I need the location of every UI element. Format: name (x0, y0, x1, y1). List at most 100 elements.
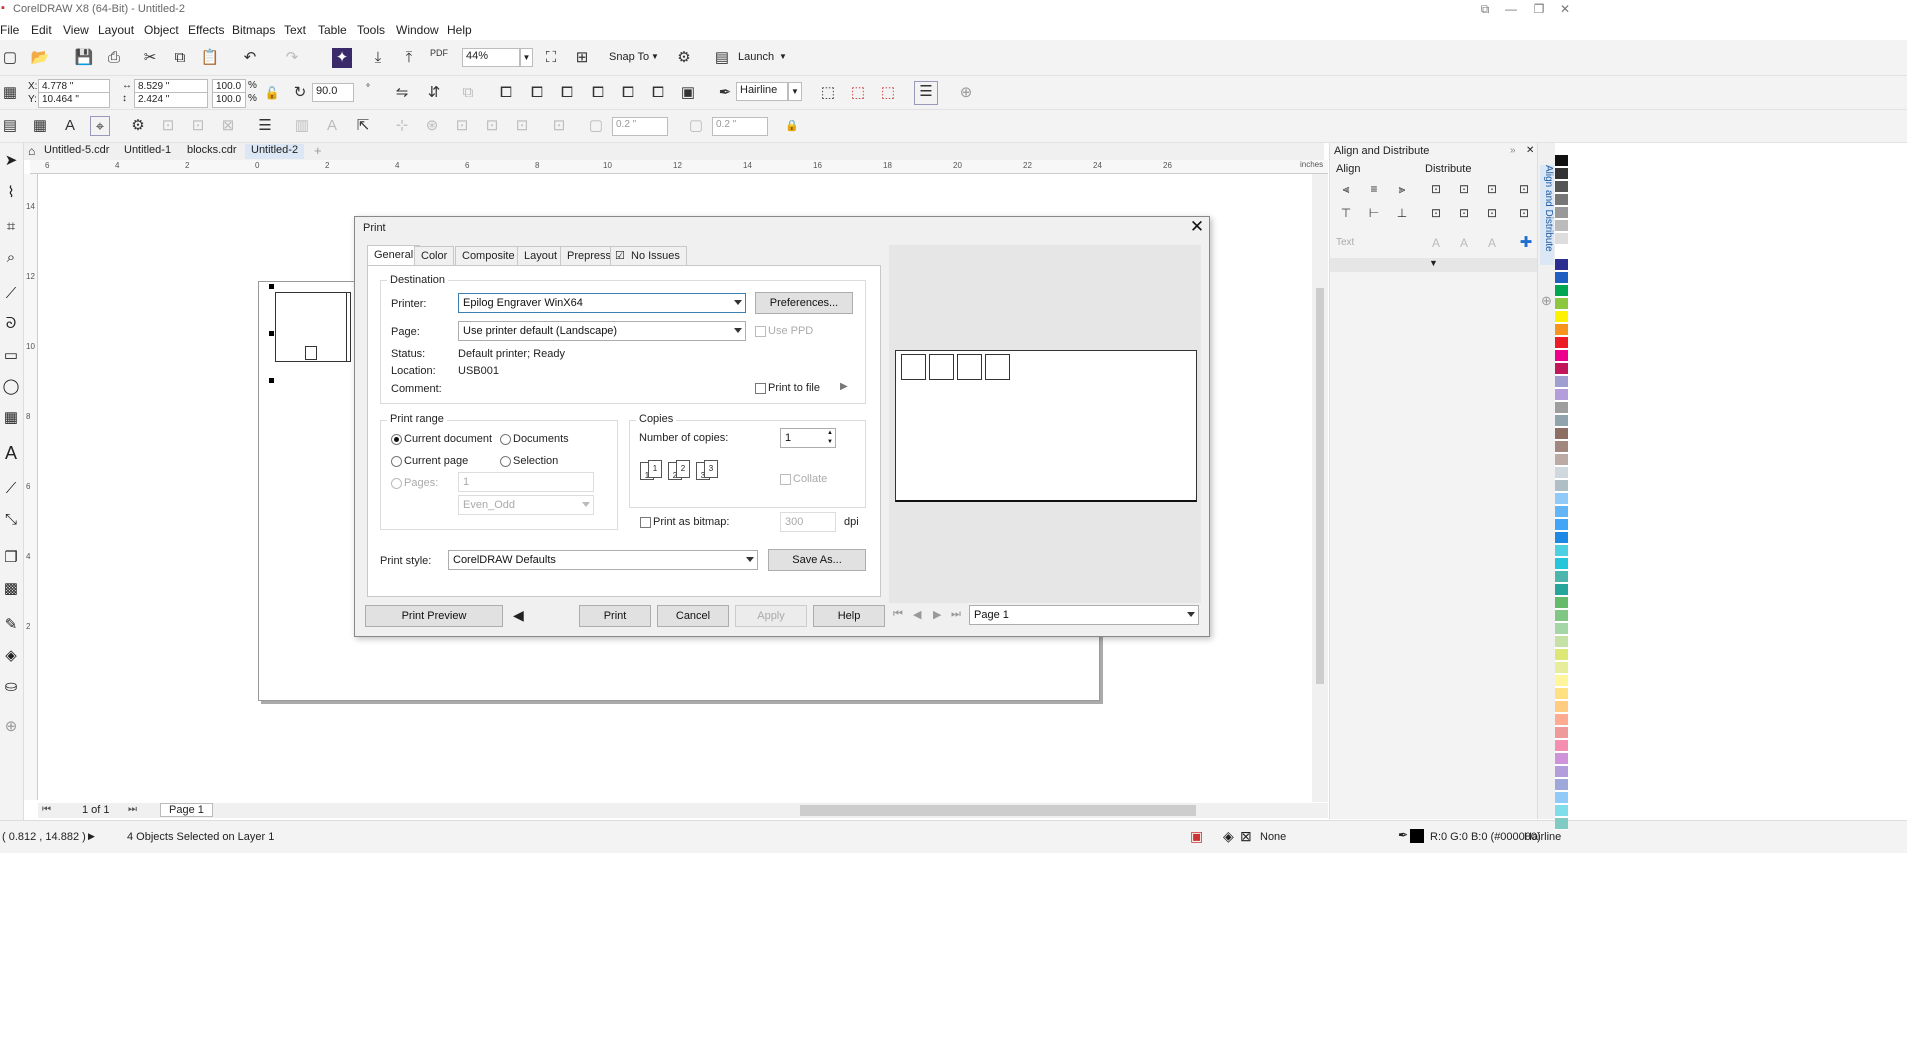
print-as-bitmap-checkbox[interactable] (640, 517, 651, 528)
corner-radius-alt-icon[interactable]: ▢ (686, 116, 706, 136)
help-button[interactable]: Help (813, 605, 885, 627)
text-tool-icon[interactable]: A (0, 443, 22, 463)
restore-docker-icon[interactable]: ⧉ (1477, 2, 1493, 16)
smart-fill-icon[interactable]: ⛀ (0, 677, 22, 697)
distribute-spacing-v-icon[interactable]: ⊡ (1514, 203, 1534, 223)
minimize-button[interactable]: — (1503, 2, 1519, 16)
zoom-level-input[interactable]: 44% (462, 48, 520, 67)
ellipse-tool-icon[interactable]: ◯ (0, 377, 22, 397)
distribute-right-icon[interactable]: ⊡ (1482, 179, 1502, 199)
parallel-dimension-icon[interactable]: ⟋ (0, 480, 22, 500)
distribute-top-icon[interactable]: ⊡ (1426, 203, 1446, 223)
preview-page-select[interactable]: Page 1 (969, 605, 1199, 625)
color-swatch[interactable] (1555, 558, 1568, 570)
color-swatch[interactable] (1555, 389, 1568, 401)
print-icon[interactable]: ⎙ (104, 48, 124, 68)
tab-no-issues[interactable]: ☑ No Issues (610, 246, 687, 266)
distribute-left-icon[interactable]: ⊡ (1426, 179, 1446, 199)
columns-icon[interactable]: ▥ (292, 116, 312, 136)
mirror-vertical-icon[interactable]: ⇵ (424, 83, 444, 103)
simplify-icon[interactable]: ⧠ (618, 83, 638, 103)
color-swatch[interactable] (1555, 415, 1568, 427)
corner-radius-input-2[interactable]: 0.2 " (712, 117, 768, 136)
color-swatch[interactable] (1555, 766, 1568, 778)
export-icon[interactable]: ⤒ (399, 48, 419, 68)
crop-tool-icon[interactable]: ⌗ (0, 218, 22, 238)
drop-shadow-icon[interactable]: ❐ (0, 548, 22, 568)
tab-untitled-1[interactable]: Untitled-1 (118, 144, 177, 159)
zoom-tool-icon[interactable]: ⌕ (0, 249, 22, 269)
color-swatch[interactable] (1555, 610, 1568, 622)
color-swatch[interactable] (1555, 779, 1568, 791)
color-swatch[interactable] (1555, 181, 1568, 193)
menu-table[interactable]: Table (318, 23, 347, 37)
print-preview-button[interactable]: Print Preview (365, 605, 503, 627)
search-content-icon[interactable]: ✦ (332, 48, 352, 68)
remove-icon[interactable]: ⬚ (848, 83, 868, 103)
position-y-input[interactable]: 10.464 " (38, 92, 110, 108)
preferences-button[interactable]: Preferences... (755, 292, 853, 314)
break-apart-icon[interactable]: ⊡ (549, 116, 569, 136)
distribute-spacing-h-icon[interactable]: ⊡ (1514, 179, 1534, 199)
menu-text[interactable]: Text (284, 23, 306, 37)
outline-pen-status-icon[interactable]: ✒ (1398, 828, 1408, 842)
wrap-text-icon[interactable]: ⬚ (818, 83, 838, 103)
object-origin-icon[interactable]: ▦ (0, 83, 20, 103)
add-alignment-icon[interactable]: ✚ (1516, 233, 1536, 253)
pick-tool-icon[interactable]: ➤ (0, 151, 22, 171)
preview-prev-page-icon[interactable]: ◀ (913, 608, 921, 621)
color-swatch[interactable] (1555, 623, 1568, 635)
color-swatch[interactable] (1555, 246, 1568, 258)
text-format-icon[interactable]: A (322, 116, 342, 136)
home-icon[interactable]: ⌂ (28, 144, 35, 158)
lock-ratio-icon[interactable]: 🔓 (262, 83, 282, 103)
color-swatch[interactable] (1555, 233, 1568, 245)
menu-window[interactable]: Window (396, 23, 439, 37)
height-input[interactable]: 2.424 " (134, 92, 208, 108)
docker-expand-icon[interactable]: ▼ (1330, 258, 1537, 272)
dialog-close-button[interactable]: ✕ (1187, 217, 1207, 237)
add-docker-icon[interactable]: ⊕ (1541, 293, 1552, 309)
align-bottom-icon[interactable]: ⊥ (1392, 203, 1412, 223)
group-icon[interactable]: ⧉ (458, 83, 478, 103)
number-of-copies-input[interactable]: 1 ▲ ▼ (780, 428, 836, 448)
mirror-horizontal-icon[interactable]: ⇋ (392, 83, 412, 103)
color-swatch[interactable] (1555, 792, 1568, 804)
align-left-icon[interactable]: ⫷ (1336, 179, 1356, 199)
menu-view[interactable]: View (63, 23, 89, 37)
menu-effects[interactable]: Effects (188, 23, 224, 37)
color-swatch[interactable] (1555, 480, 1568, 492)
color-swatch[interactable] (1555, 285, 1568, 297)
print-button[interactable]: Print (579, 605, 651, 627)
status-expand-icon[interactable]: ▶ (88, 831, 95, 842)
color-swatch[interactable] (1555, 311, 1568, 323)
maximize-button[interactable]: ❐ (1531, 2, 1547, 16)
color-swatch[interactable] (1555, 168, 1568, 180)
color-swatch[interactable] (1555, 402, 1568, 414)
cut-icon[interactable]: ✂ (140, 48, 160, 68)
align-nodes-icon[interactable]: ⊹ (392, 116, 412, 136)
menu-tools[interactable]: Tools (357, 23, 385, 37)
tab-untitled-2[interactable]: Untitled-2 (245, 144, 305, 159)
color-swatch[interactable] (1555, 454, 1568, 466)
print-to-file-arrow-icon[interactable]: ▶ (840, 381, 848, 392)
selection-handle[interactable] (269, 378, 274, 383)
pages-input[interactable]: 1 (458, 472, 594, 492)
color-swatch[interactable] (1555, 363, 1568, 375)
options-gear-icon[interactable]: ⚙ (674, 48, 694, 68)
first-page-icon[interactable]: ⏮ (42, 804, 51, 815)
current-page-radio[interactable] (391, 456, 402, 467)
weld-icon[interactable]: ⧠ (527, 83, 547, 103)
rectangle-tool-icon[interactable]: ▭ (0, 346, 22, 366)
color-swatch[interactable] (1555, 259, 1568, 271)
color-swatch[interactable] (1555, 805, 1568, 817)
create-boundary-icon[interactable]: ▣ (678, 83, 698, 103)
outline-width-select[interactable]: Hairline (736, 82, 788, 101)
rotation-angle-input[interactable]: 90.0 (312, 83, 354, 102)
intersect-icon[interactable]: ⧠ (588, 83, 608, 103)
selection-handle[interactable] (269, 284, 274, 289)
color-swatch[interactable] (1555, 571, 1568, 583)
color-swatch[interactable] (1555, 688, 1568, 700)
color-swatch[interactable] (1555, 532, 1568, 544)
snap-to-button[interactable]: Snap To (609, 51, 649, 63)
